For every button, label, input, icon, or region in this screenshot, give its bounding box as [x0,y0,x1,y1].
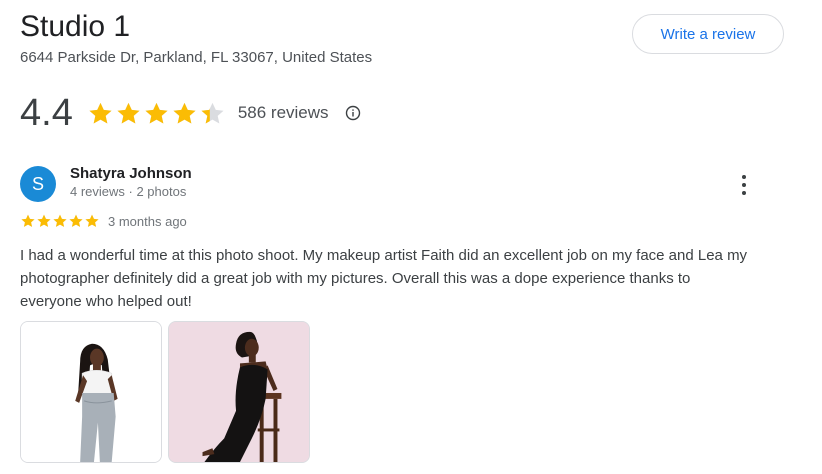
star-icon [37,214,51,227]
review-photo-1[interactable] [20,321,162,463]
rating-stars [87,100,226,127]
reviews-count-link[interactable]: 586 reviews [238,103,329,123]
star-icon [117,102,140,124]
star-icon [21,214,35,227]
info-icon[interactable] [345,105,361,121]
place-title: Studio 1 [20,10,131,43]
rating-value: 4.4 [20,92,73,134]
star-icon [85,214,99,227]
star-icon [69,214,83,227]
star-icon [173,102,196,124]
star-icon [145,102,168,124]
star-icon [89,102,112,124]
write-review-button[interactable]: Write a review [632,14,784,54]
review-text: I had a wonderful time at this photo sho… [20,247,748,310]
rating-star [87,100,114,127]
rating-star [199,100,226,127]
rating-summary: 4.4 586 reviews [20,90,361,136]
rating-star [115,100,142,127]
rating-star [171,100,198,127]
more-options-icon[interactable] [734,174,754,196]
review-photo-2[interactable] [168,321,310,463]
review-stars [20,213,100,229]
rating-star [143,100,170,127]
woman-black-dress-photo [169,322,309,462]
place-address: 6644 Parkside Dr, Parkland, FL 33067, Un… [20,49,373,66]
review-date: 3 months ago [108,213,187,229]
reviewer-meta: 4 reviews · 2 photos [70,184,187,199]
avatar[interactable]: S [20,166,56,202]
review-rating-row: 3 months ago [20,213,187,229]
woman-white-top-photo [21,322,161,462]
star-icon [53,214,67,227]
star-icon [201,102,224,124]
reviewer-name[interactable]: Shatyra Johnson [70,165,192,182]
